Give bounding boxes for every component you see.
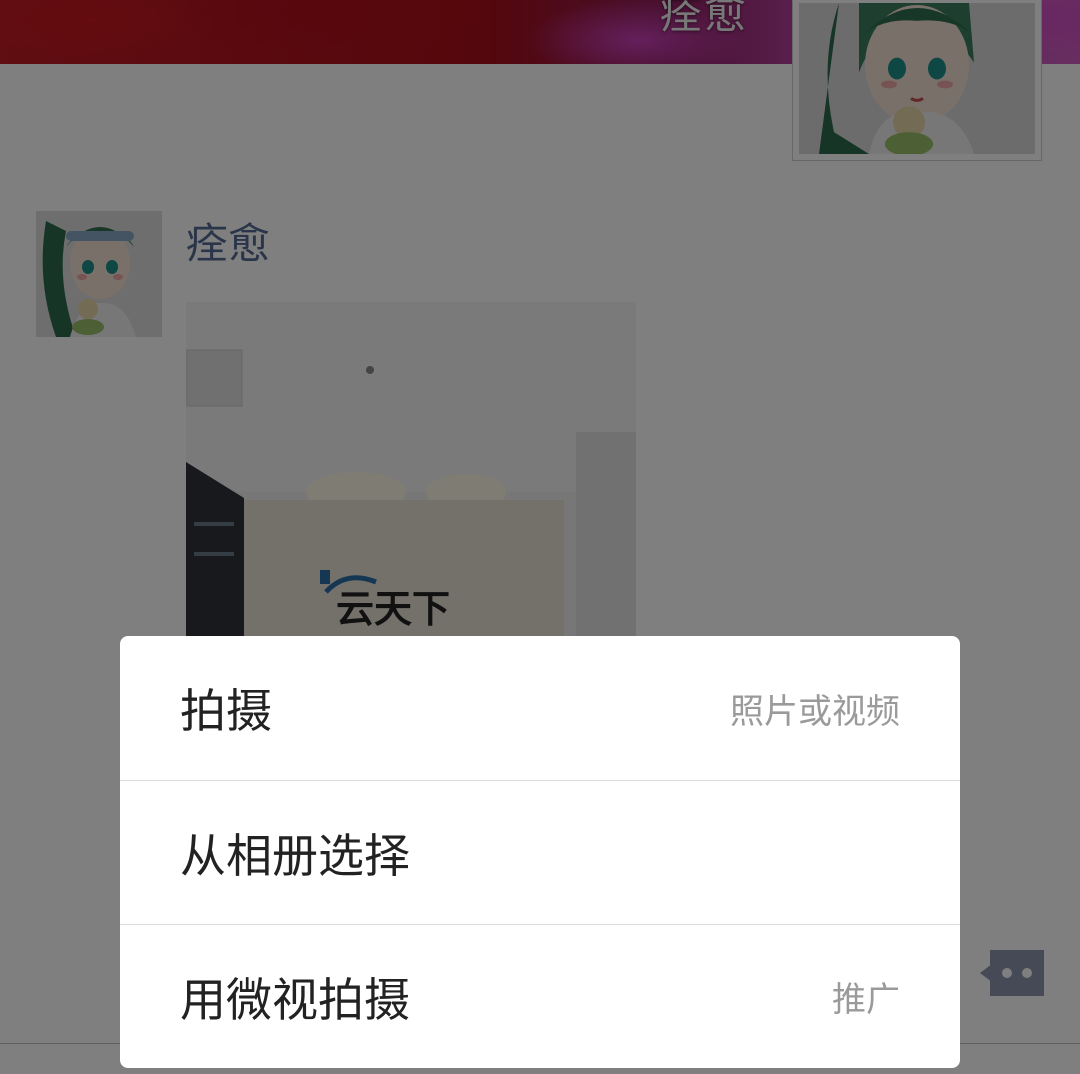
action-label: 拍摄 [180,684,272,738]
action-choose-from-album[interactable]: 从相册选择 [120,780,960,924]
action-hint: 照片或视频 [730,691,900,732]
action-promo-badge: 推广 [832,980,900,1020]
action-label: 用微视拍摄 [180,972,410,1027]
action-take-photo[interactable]: 拍摄 照片或视频 [120,636,960,780]
action-weishi-shoot[interactable]: 用微视拍摄 推广 [120,924,960,1068]
action-sheet: 拍摄 照片或视频 从相册选择 用微视拍摄 推广 [120,636,960,1068]
action-label: 从相册选择 [180,828,410,883]
